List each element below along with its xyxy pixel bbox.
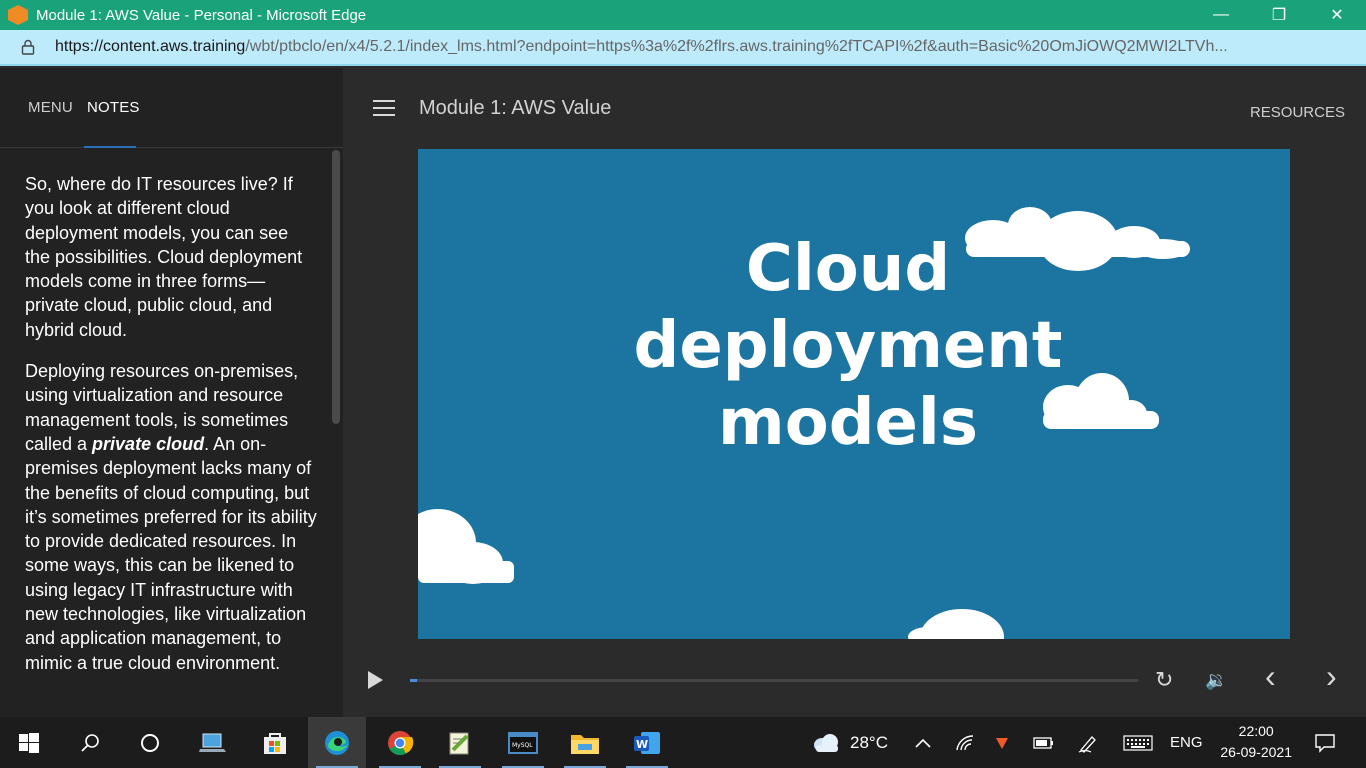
url-host: https://content.aws.training <box>55 38 246 55</box>
progress-fill <box>410 679 417 682</box>
video-frame[interactable]: Cloud deployment models <box>418 149 1290 639</box>
word-icon: W <box>634 731 660 754</box>
keyboard-icon <box>1123 734 1153 751</box>
mysql-button[interactable]: MySQL <box>494 717 552 768</box>
cortana-circle-icon <box>141 733 159 752</box>
window-title: Module 1: AWS Value - Personal - Microso… <box>36 6 367 24</box>
clock[interactable]: 22:00 26-09-2021 <box>1220 721 1292 763</box>
next-icon[interactable]: › <box>1326 660 1337 692</box>
word-button[interactable]: W <box>618 717 676 768</box>
notifications-button[interactable] <box>1314 717 1336 768</box>
address-bar[interactable]: https://content.aws.training/wbt/ptbclo/… <box>0 30 1366 66</box>
video-title: Cloud deployment models <box>418 231 1278 462</box>
clock-time: 22:00 <box>1238 723 1274 739</box>
window-controls: — ❐ ✕ <box>1192 0 1366 30</box>
laptop-icon <box>199 733 226 752</box>
volume-icon[interactable]: 🔉 <box>1205 668 1227 692</box>
notepad-plus-icon <box>449 732 469 754</box>
player-area: Module 1: AWS Value RESOURCES Cloud depl… <box>343 68 1366 717</box>
battery-button[interactable] <box>1033 717 1055 768</box>
notes-content: So, where do IT resources live? If you l… <box>0 148 343 717</box>
chevron-up-icon <box>915 738 931 748</box>
wifi-button[interactable] <box>955 717 975 768</box>
previous-icon[interactable]: ‹ <box>1265 660 1276 692</box>
tab-menu[interactable]: MENU <box>28 99 73 116</box>
touch-keyboard-button[interactable] <box>1123 717 1153 768</box>
minimize-button[interactable]: — <box>1192 0 1250 30</box>
notes-paragraph: Deploying resources on-premises, using v… <box>25 359 317 675</box>
edge-button[interactable] <box>308 717 366 768</box>
resources-button[interactable]: RESOURCES <box>1250 104 1345 121</box>
hamburger-menu-icon[interactable] <box>373 100 395 116</box>
search-button[interactable] <box>61 717 119 768</box>
replay-icon[interactable]: ↻ <box>1155 668 1173 692</box>
pen-icon <box>1078 735 1096 753</box>
tab-notes[interactable]: NOTES <box>87 99 140 116</box>
course-title: Module 1: AWS Value <box>419 97 612 119</box>
language-label: ENG <box>1170 734 1203 751</box>
notes-paragraph: So, where do IT resources live? If you l… <box>25 174 303 340</box>
store-bag-icon <box>264 732 286 754</box>
cloud-weather-icon <box>814 733 838 752</box>
title-bar: Module 1: AWS Value - Personal - Microso… <box>0 0 1366 30</box>
wifi-icon <box>956 734 974 750</box>
active-tab-indicator <box>84 146 136 148</box>
maximize-button[interactable]: ❐ <box>1250 0 1308 30</box>
clock-date: 26-09-2021 <box>1220 744 1292 760</box>
taskbar: MySQL W 28°C ENG 22:00 26-09-2021 <box>0 717 1366 768</box>
play-icon[interactable] <box>368 671 383 689</box>
pen-button[interactable] <box>1077 717 1099 768</box>
progress-bar[interactable] <box>410 679 1138 682</box>
file-explorer-button[interactable] <box>556 717 614 768</box>
notes-emphasis: private cloud <box>92 433 205 454</box>
lock-icon[interactable] <box>20 39 36 55</box>
weather-widget[interactable]: 28°C <box>812 717 888 768</box>
svg-text:MySQL: MySQL <box>512 742 533 749</box>
url-field[interactable]: https://content.aws.training/wbt/ptbclo/… <box>55 38 1345 56</box>
notepad-plus-button[interactable] <box>431 717 489 768</box>
notes-panel: MENU NOTES So, where do IT resources liv… <box>0 68 343 717</box>
svg-text:W: W <box>636 738 648 751</box>
search-icon <box>81 733 99 752</box>
chrome-button[interactable] <box>371 717 429 768</box>
folder-icon <box>571 734 599 754</box>
notification-icon <box>1315 733 1335 753</box>
aws-cube-icon <box>8 5 28 25</box>
mysql-terminal-icon: MySQL <box>508 731 538 754</box>
show-hidden-icons-button[interactable] <box>914 717 932 768</box>
antivirus-icon <box>996 737 1008 749</box>
start-button[interactable] <box>0 717 58 768</box>
video-title-line: models <box>718 386 978 460</box>
url-path: /wbt/ptbclo/en/x4/5.2.1/index_lms.html?e… <box>245 38 1228 55</box>
video-title-line: deployment <box>633 309 1063 383</box>
close-button[interactable]: ✕ <box>1308 0 1366 30</box>
notes-text: . An on-premises deployment lacks many o… <box>25 433 317 673</box>
video-title-line: Cloud <box>745 232 951 306</box>
chrome-icon <box>388 730 414 755</box>
cortana-button[interactable] <box>121 717 179 768</box>
store-button[interactable] <box>246 717 304 768</box>
battery-icon <box>1033 736 1053 749</box>
avast-tray-button[interactable] <box>994 717 1010 768</box>
player-controls: ↻ 🔉 ‹ › <box>343 658 1366 702</box>
weather-temperature: 28°C <box>850 732 888 752</box>
edge-icon <box>325 730 349 755</box>
language-indicator[interactable]: ENG <box>1170 717 1203 768</box>
notes-scrollbar[interactable] <box>332 150 340 424</box>
windows-logo-icon <box>19 732 39 753</box>
task-view-button[interactable] <box>184 717 242 768</box>
panel-tabs: MENU NOTES <box>0 68 343 148</box>
